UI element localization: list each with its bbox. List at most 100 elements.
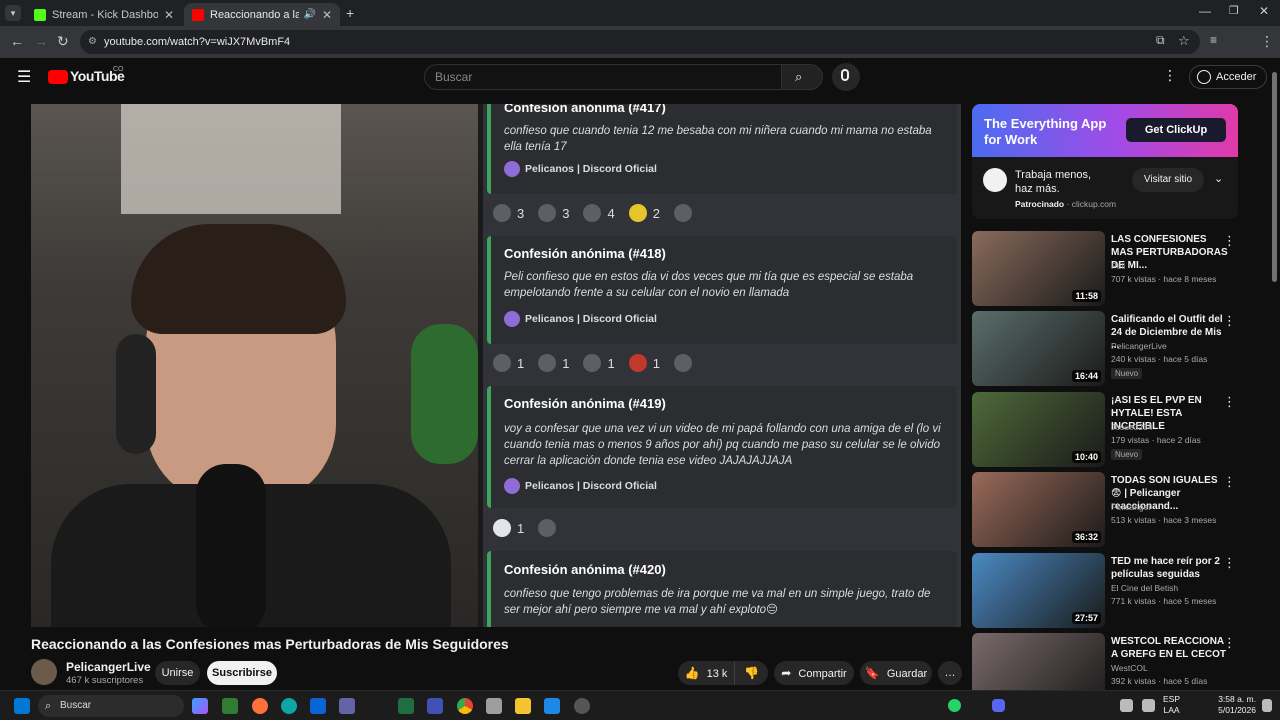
channel-avatar[interactable]: [31, 659, 57, 685]
reload-icon[interactable]: ↻: [57, 33, 69, 50]
generic-app-icon[interactable]: [427, 698, 443, 714]
notes-icon[interactable]: [486, 698, 502, 714]
firefox-icon[interactable]: [252, 698, 268, 714]
add-reaction-icon: [538, 519, 557, 537]
dislike-button[interactable]: 👎: [734, 661, 768, 685]
more-options-icon[interactable]: ⋮: [1223, 233, 1236, 249]
youtube-header: ☰ YouTube CO Buscar ⌕ ⋮ Acceder: [0, 58, 1280, 96]
video-player[interactable]: Confesión anónima (#417) confieso que cu…: [31, 104, 961, 627]
more-options-icon[interactable]: ⋮: [1223, 313, 1236, 329]
channel-name[interactable]: PelicangerLive: [66, 660, 151, 674]
close-icon[interactable]: ✕: [164, 8, 174, 22]
tab-kick[interactable]: Stream - Kick Dashboard ✕: [26, 3, 182, 26]
ad-banner[interactable]: The Everything App for Work Get ClickUp: [972, 104, 1238, 157]
join-button[interactable]: Unirse: [155, 661, 200, 685]
ad-banner-cta[interactable]: Get ClickUp: [1126, 118, 1226, 142]
reaction-count: 1: [607, 355, 615, 371]
notifications-icon[interactable]: [1262, 699, 1272, 712]
speaker-icon[interactable]: 🔊: [303, 9, 315, 20]
media-control-icon[interactable]: ≡: [1210, 33, 1217, 47]
more-options-icon[interactable]: ⋮: [1223, 474, 1236, 490]
recommended-video[interactable]: 36:32 TODAS SON IGUALES 😨 | Pelicanger re…: [972, 472, 1238, 548]
outlook-icon[interactable]: [310, 698, 326, 714]
copilot-icon[interactable]: [192, 698, 208, 714]
minimize-icon[interactable]: —: [1199, 4, 1211, 18]
subscribe-button[interactable]: Suscribirse: [207, 661, 277, 685]
tray-volume-icon[interactable]: [1142, 699, 1155, 712]
menu-kebab-icon[interactable]: ⋮: [1260, 33, 1274, 50]
address-bar-row: ← → ↻ ⚙ youtube.com/watch?v=wiJX7MvBmF4 …: [0, 26, 1280, 75]
windows-start-icon[interactable]: [14, 698, 30, 714]
recommended-video[interactable]: 16:44 Calificando el Outfit del 24 de Dic…: [972, 311, 1238, 387]
message-body: voy a confesar que una vez vi un video d…: [504, 423, 941, 467]
close-icon[interactable]: ✕: [322, 8, 332, 22]
excel-icon[interactable]: [398, 698, 414, 714]
chevron-down-icon[interactable]: ⌄: [1214, 172, 1223, 185]
new-tab-button[interactable]: +: [346, 5, 354, 21]
visit-site-button[interactable]: Visitar sitio: [1132, 168, 1204, 192]
recommended-channel[interactable]: Peli: [1111, 261, 1125, 271]
video-thumbnail[interactable]: 11:58: [972, 231, 1105, 306]
tray-discord-icon[interactable]: [992, 699, 1005, 712]
monitor-app-icon[interactable]: [544, 698, 560, 714]
recommended-title[interactable]: LAS CONFESIONES MAS PERTURBADORAS DE MI.…: [1111, 233, 1229, 272]
more-actions-button[interactable]: …: [938, 661, 962, 685]
edge-icon[interactable]: [281, 698, 297, 714]
recommended-channel[interactable]: Pelicanger: [1111, 502, 1151, 512]
hamburger-icon[interactable]: ☰: [17, 67, 31, 87]
recommended-video[interactable]: 27:57 TED me hace reír por 2 películas se…: [972, 553, 1238, 629]
scrollbar-thumb[interactable]: [1272, 72, 1277, 282]
search-button[interactable]: ⌕: [781, 64, 823, 90]
tray-wifi-icon[interactable]: [1120, 699, 1133, 712]
url-field[interactable]: ⚙ youtube.com/watch?v=wiJX7MvBmF4: [80, 30, 1200, 54]
teams-icon[interactable]: [339, 698, 355, 714]
taskbar-search[interactable]: ⌕ Buscar: [38, 695, 184, 717]
file-explorer-icon[interactable]: [515, 698, 531, 714]
language-indicator[interactable]: ESP LAA: [1163, 694, 1180, 716]
voice-search-button[interactable]: [832, 63, 860, 91]
forward-icon[interactable]: →: [34, 33, 48, 49]
recommended-video[interactable]: 11:58 LAS CONFESIONES MAS PERTURBADORAS D…: [972, 231, 1238, 307]
video-thumbnail[interactable]: 10:40: [972, 392, 1105, 467]
recommended-channel[interactable]: Josue3234: [1111, 422, 1153, 432]
tab-youtube[interactable]: Reaccionando a las Confesi 🔊 ✕: [184, 3, 340, 26]
more-options-icon[interactable]: ⋮: [1223, 394, 1236, 410]
recommended-channel[interactable]: PelicangerLive: [1111, 341, 1167, 351]
windows-taskbar: ⌕ Buscar ESP LAA 3:58 a. m. 5/01/2026: [0, 690, 1280, 720]
more-options-icon[interactable]: ⋮: [1223, 635, 1236, 651]
tray-whatsapp-icon[interactable]: [948, 699, 961, 712]
clock[interactable]: 3:58 a. m. 5/01/2026: [1204, 694, 1256, 716]
recommended-title[interactable]: WESTCOL REACCIONA A GREFG EN EL CECOT: [1111, 635, 1229, 661]
bookmark-star-icon[interactable]: ☆: [1178, 33, 1190, 49]
youtube-logo-icon[interactable]: [48, 70, 68, 84]
signin-button[interactable]: Acceder: [1189, 65, 1267, 89]
window-close-icon[interactable]: ✕: [1259, 4, 1269, 18]
discord-server-icon: [504, 478, 520, 494]
save-button[interactable]: 🔖 Guardar: [860, 661, 932, 685]
recommended-title[interactable]: TED me hace reír por 2 películas seguida…: [1111, 555, 1229, 581]
tab-youtube-label: Reaccionando a las Confesi: [210, 8, 300, 21]
scrollbar[interactable]: [1271, 68, 1278, 688]
video-thumbnail[interactable]: 36:32: [972, 472, 1105, 547]
recommended-video[interactable]: 10:40 ¡ASI ES EL PVP EN HYTALE! ESTA INCR…: [972, 392, 1238, 468]
video-thumbnail[interactable]: 27:57: [972, 553, 1105, 628]
emoji-icon: [583, 354, 602, 372]
like-button[interactable]: 👍 13 k: [678, 661, 734, 685]
restore-icon[interactable]: ❐: [1229, 4, 1239, 17]
add-reaction-icon: [673, 204, 692, 222]
recommended-channel[interactable]: WestCOL: [1111, 663, 1148, 673]
video-thumbnail[interactable]: 16:44: [972, 311, 1105, 386]
more-options-icon[interactable]: ⋮: [1223, 555, 1236, 571]
back-icon[interactable]: ←: [10, 33, 24, 49]
settings-kebab-icon[interactable]: ⋮: [1163, 67, 1177, 84]
obs-icon[interactable]: [574, 698, 590, 714]
tab-search-button[interactable]: ▾: [5, 5, 21, 21]
search-input[interactable]: Buscar: [424, 64, 782, 90]
chrome-icon[interactable]: [457, 698, 473, 714]
store-icon[interactable]: [222, 698, 238, 714]
sponsored-ad[interactable]: The Everything App for Work Get ClickUp …: [972, 104, 1238, 219]
site-info-icon[interactable]: ⚙: [88, 30, 97, 54]
recommended-channel[interactable]: El Cine del Betish: [1111, 583, 1178, 593]
install-icon[interactable]: ⧉: [1156, 33, 1165, 48]
share-button[interactable]: ➦ Compartir: [774, 661, 854, 685]
